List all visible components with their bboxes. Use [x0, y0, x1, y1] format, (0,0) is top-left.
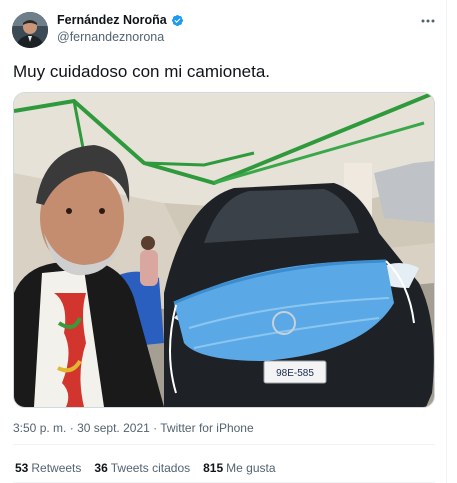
display-name[interactable]: Fernández Noroña [57, 13, 167, 27]
tweet-text: Muy cuidadoso con mi camioneta. [13, 62, 271, 81]
more-options-icon[interactable] [419, 14, 437, 28]
meta-separator: · [153, 421, 158, 435]
photo-selfie-masked-car-icon: 98E-585 [14, 93, 434, 407]
tweet-date[interactable]: 30 sept. 2021 [77, 421, 150, 435]
tweet-media[interactable]: 98E-585 [13, 92, 435, 408]
tweet-time[interactable]: 3:50 p. m. [13, 421, 66, 435]
user-avatar-icon [12, 12, 48, 48]
likes-stat[interactable]: 815 Me gusta [203, 461, 275, 475]
retweets-stat[interactable]: 53 Retweets [15, 461, 81, 475]
column-border [446, 0, 447, 483]
quotes-label: Tweets citados [110, 461, 191, 475]
retweets-label: Retweets [31, 461, 82, 475]
quotes-count: 36 [94, 461, 108, 475]
license-plate-text: 98E-585 [276, 368, 314, 379]
likes-count: 815 [203, 461, 224, 475]
author-handle[interactable]: @fernandeznorona [57, 30, 164, 44]
tweet-stats: 53 Retweets 36 Tweets citados 815 Me gusta [15, 461, 289, 475]
tweet: Fernández Noroña @fernandeznorona Muy cu… [0, 0, 446, 483]
quotes-stat[interactable]: 36 Tweets citados [94, 461, 190, 475]
retweets-count: 53 [15, 461, 29, 475]
divider [13, 444, 435, 445]
author-name-row[interactable]: Fernández Noroña [57, 13, 184, 27]
likes-label: Me gusta [226, 461, 276, 475]
meta-separator: · [69, 421, 74, 435]
tweet-meta: 3:50 p. m. · 30 sept. 2021 · Twitter for… [13, 421, 254, 435]
verified-badge-icon [171, 14, 183, 26]
tweet-source[interactable]: Twitter for iPhone [160, 421, 253, 435]
avatar[interactable] [12, 12, 48, 48]
